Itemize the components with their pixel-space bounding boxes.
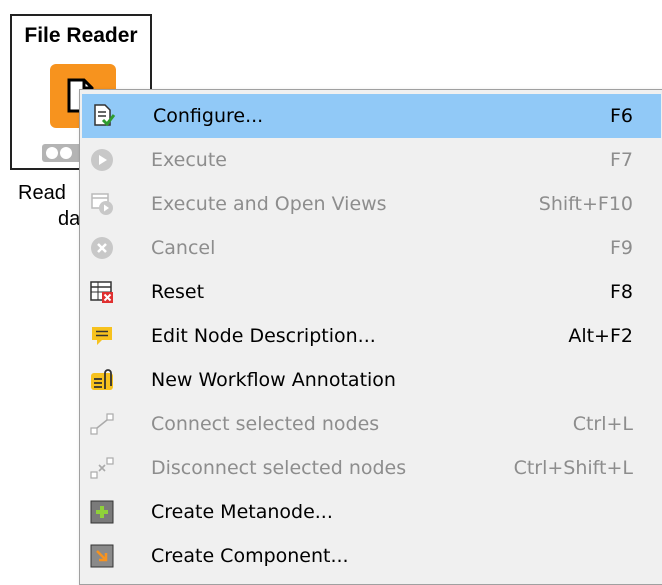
connect-icon (90, 412, 114, 436)
menu-item-configure[interactable]: Configure... F6 (82, 94, 661, 138)
menu-item-shortcut: F9 (609, 237, 633, 259)
menu-item-create-metanode[interactable]: Create Metanode... (80, 490, 662, 534)
component-icon (90, 544, 114, 568)
configure-icon (92, 104, 116, 128)
menu-item-shortcut: F7 (609, 149, 633, 171)
menu-item-label: Execute and Open Views (151, 193, 387, 215)
reset-icon (90, 280, 114, 304)
menu-item-shortcut: Shift+F10 (538, 193, 633, 215)
menu-item-shortcut: Ctrl+L (572, 413, 633, 435)
menu-item-label: Create Metanode... (151, 501, 333, 523)
menu-item-label: Execute (151, 149, 227, 171)
menu-item-label: Configure... (153, 105, 264, 127)
menu-item-create-component[interactable]: Create Component... (80, 534, 662, 578)
node-caption-line2: da (58, 208, 81, 230)
menu-item-execute[interactable]: Execute F7 (80, 138, 662, 182)
menu-item-connect-selected-nodes[interactable]: Connect selected nodes Ctrl+L (80, 402, 662, 446)
menu-item-reset[interactable]: Reset F8 (80, 270, 662, 314)
node-context-menu: Configure... F6 Execute F7 Execute and O… (79, 89, 662, 585)
menu-item-shortcut: F8 (609, 281, 633, 303)
annotation-icon (90, 368, 114, 392)
menu-item-label: Edit Node Description... (151, 325, 376, 347)
node-status-indicator (42, 144, 82, 167)
menu-item-new-workflow-annotation[interactable]: New Workflow Annotation (80, 358, 662, 402)
menu-item-shortcut: F6 (609, 105, 633, 127)
execute-icon (90, 148, 114, 172)
execute-open-views-icon (90, 192, 114, 216)
node-title: File Reader (24, 24, 138, 47)
menu-item-edit-node-description[interactable]: Edit Node Description... Alt+F2 (80, 314, 662, 358)
menu-item-disconnect-selected-nodes[interactable]: Disconnect selected nodes Ctrl+Shift+L (80, 446, 662, 490)
menu-item-shortcut: Ctrl+Shift+L (513, 457, 633, 479)
disconnect-icon (90, 456, 114, 480)
node-caption[interactable]: Read da (18, 180, 80, 232)
menu-item-label: New Workflow Annotation (151, 369, 396, 391)
metanode-icon (90, 500, 114, 524)
menu-item-shortcut: Alt+F2 (568, 325, 633, 347)
menu-item-label: Disconnect selected nodes (151, 457, 407, 479)
menu-item-label: Reset (151, 281, 205, 303)
menu-item-execute-open-views[interactable]: Execute and Open Views Shift+F10 (80, 182, 662, 226)
node-caption-line1: Read (18, 182, 66, 204)
menu-item-label: Cancel (151, 237, 216, 259)
menu-item-label: Create Component... (151, 545, 349, 567)
menu-item-cancel[interactable]: Cancel F9 (80, 226, 662, 270)
menu-item-label: Connect selected nodes (151, 413, 380, 435)
edit-description-icon (90, 324, 114, 348)
cancel-icon (90, 236, 114, 260)
